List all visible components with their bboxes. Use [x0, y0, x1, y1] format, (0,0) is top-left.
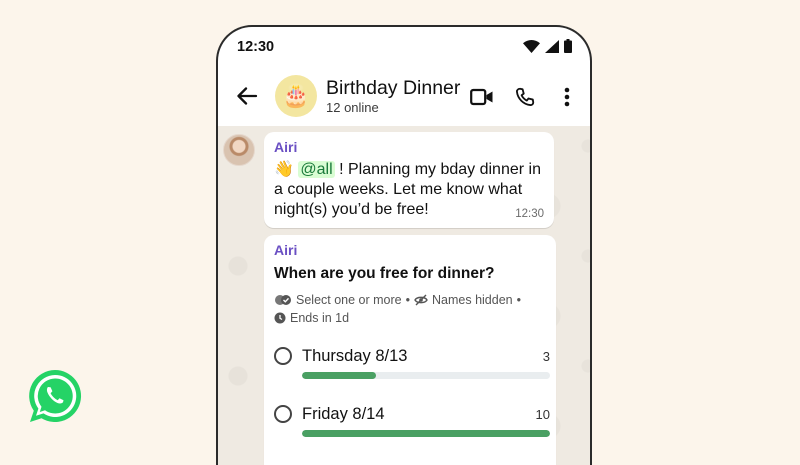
status-time: 12:30: [237, 39, 275, 55]
more-options-icon: [564, 87, 570, 107]
more-options-button[interactable]: [554, 84, 580, 110]
poll-option-bar: [302, 430, 550, 437]
voice-call-button[interactable]: [512, 84, 538, 110]
poll-ends: Ends in 1d: [290, 311, 350, 325]
poll-meta-line: Select one or more • Names hidden •: [274, 293, 521, 307]
poll-option-bar-track: [302, 372, 550, 379]
phone-frame: 12:30 🎂 Birthday Dinner 12 online Airi 👋…: [216, 25, 592, 465]
double-check-icon: [275, 295, 291, 305]
poll-end-line: Ends in 1d: [274, 311, 349, 325]
online-count: 12 online: [326, 100, 379, 115]
cake-icon: 🎂: [282, 83, 310, 108]
chat-area[interactable]: Airi 👋 @all ! Planning my bday dinner in…: [218, 126, 590, 465]
battery-icon: [564, 39, 572, 53]
message-time: 12:30: [515, 208, 544, 220]
status-bar: 12:30: [218, 27, 590, 65]
poll-option-radio[interactable]: [274, 347, 292, 365]
phone-call-icon: [516, 87, 535, 106]
whatsapp-logo-icon: [29, 369, 82, 422]
message-text: 👋 @all ! Planning my bday dinner in a co…: [274, 160, 546, 220]
poll-option[interactable]: Friday 8/14 10: [274, 403, 550, 451]
mention-all[interactable]: @all: [298, 161, 335, 178]
poll-option[interactable]: Thursday 8/13 3: [274, 345, 550, 393]
eye-off-icon: [414, 294, 428, 306]
video-call-button[interactable]: [469, 84, 495, 110]
sender-avatar[interactable]: [223, 134, 255, 166]
poll-option-bar-track: [302, 430, 550, 437]
video-call-icon: [470, 88, 493, 106]
message-bubble[interactable]: Airi 👋 @all ! Planning my bday dinner in…: [264, 132, 554, 228]
poll-names-hidden: Names hidden: [432, 293, 513, 307]
wave-emoji: 👋: [274, 161, 294, 178]
poll-option-label: Friday 8/14: [302, 405, 385, 423]
poll-option-count: 3: [542, 349, 550, 364]
back-arrow-icon[interactable]: [234, 83, 260, 109]
poll-message: Airi When are you free for dinner? Selec…: [264, 235, 556, 465]
clock-icon: [274, 312, 286, 324]
poll-sender-name: Airi: [274, 242, 298, 258]
poll-option-radio[interactable]: [274, 405, 292, 423]
poll-option-count: 10: [535, 407, 550, 422]
meta-separator: •: [516, 293, 521, 307]
chat-header: 🎂 Birthday Dinner 12 online: [218, 69, 590, 125]
poll-question: When are you free for dinner?: [274, 265, 495, 282]
chat-title[interactable]: Birthday Dinner: [326, 77, 460, 100]
group-avatar[interactable]: 🎂: [275, 75, 317, 117]
signal-icon: [545, 39, 559, 53]
wifi-icon: [523, 39, 540, 53]
sender-name: Airi: [274, 139, 298, 155]
poll-option-bar: [302, 372, 377, 379]
poll-select-mode: Select one or more: [296, 293, 402, 307]
meta-separator: •: [405, 293, 410, 307]
poll-option-label: Thursday 8/13: [302, 347, 408, 365]
